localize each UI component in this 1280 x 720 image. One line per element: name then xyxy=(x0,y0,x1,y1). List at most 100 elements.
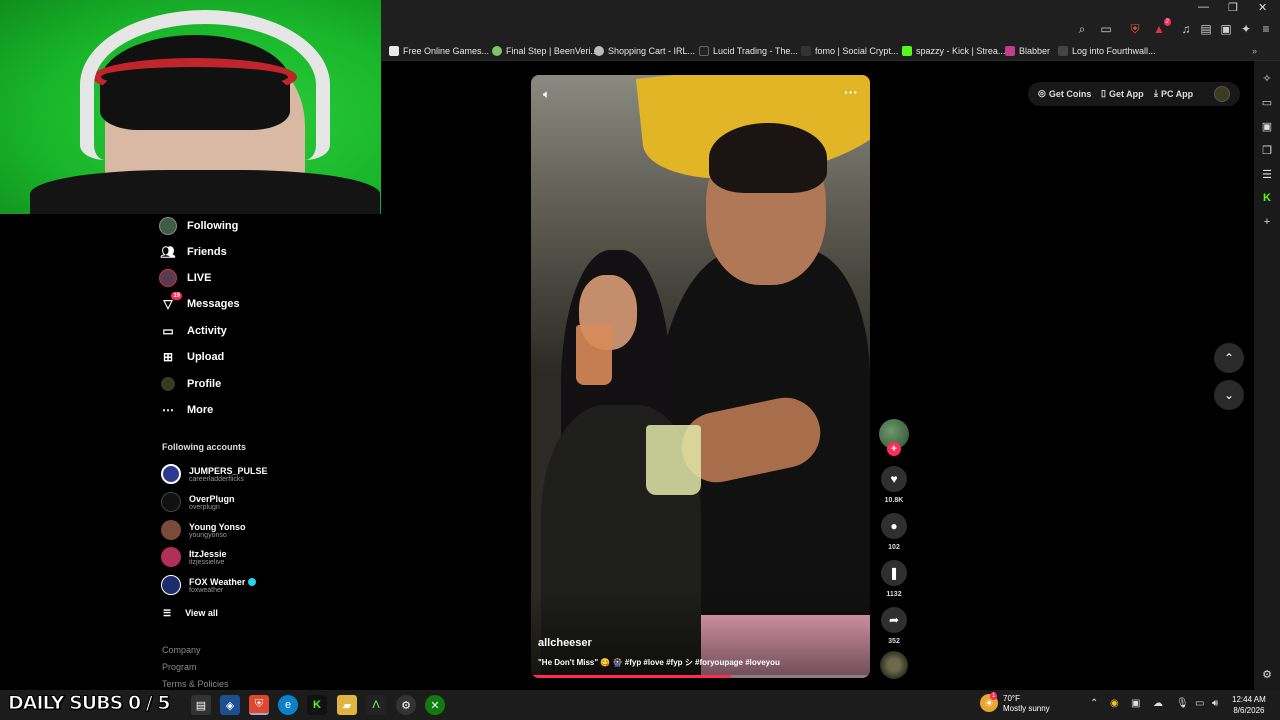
profile-icon xyxy=(159,375,177,393)
following-account[interactable]: ItzJessie itzjessielive xyxy=(161,545,227,569)
bookmark-item[interactable]: fomo | Social Crypt... xyxy=(801,44,898,58)
settings-icon[interactable]: ⚙ xyxy=(1260,667,1274,681)
bookmark-icon: ❚ xyxy=(888,566,900,580)
minimize-button[interactable]: — xyxy=(1198,1,1209,13)
volume-icon[interactable]: 🔊︎ xyxy=(1212,698,1218,709)
nav-messages[interactable]: ▽ 19 Messages xyxy=(159,292,240,315)
previous-video-button[interactable]: ⌃ xyxy=(1214,343,1244,373)
share-button[interactable]: ➦ xyxy=(881,607,907,633)
pc-app-button[interactable]: ⤓ PC App xyxy=(1154,88,1193,99)
following-account[interactable]: OverPlugn overplugn xyxy=(161,490,235,514)
network-icon[interactable]: ▭ xyxy=(1195,698,1204,709)
following-account[interactable]: Young Yonso youngyonso xyxy=(161,518,246,542)
brave-icon[interactable]: ⛨ xyxy=(249,695,269,715)
video-progress-fill xyxy=(531,675,731,678)
avatar xyxy=(161,575,181,595)
bookmark-item[interactable]: Lucid Trading - The... xyxy=(699,44,798,58)
volume-icon[interactable]: 🔈︎ xyxy=(543,87,550,102)
tiktok-sidebar: Following 👥︎ Friends LIVE ▽ 19 Messages ▭… xyxy=(147,214,381,690)
save-count: 1132 xyxy=(886,591,902,598)
leo-ai-icon[interactable]: ✧ xyxy=(1260,71,1274,85)
microphone-icon[interactable]: 🎙︎ xyxy=(1176,698,1189,709)
kick-icon[interactable]: K xyxy=(1260,191,1274,205)
app-icon[interactable]: ⚙ xyxy=(396,695,416,715)
footer-program[interactable]: Program xyxy=(162,662,197,672)
leo-icon[interactable]: ✦ xyxy=(1238,21,1254,37)
cast-icon[interactable]: ▭ xyxy=(1098,21,1114,37)
alert-icon[interactable]: ▲ 2 xyxy=(1151,18,1171,37)
restore-button[interactable]: ❐ xyxy=(1228,1,1238,14)
nav-friends[interactable]: 👥︎ Friends xyxy=(159,241,226,263)
comment-button[interactable]: ● xyxy=(881,513,907,539)
bookmarks-icon[interactable]: ❒ xyxy=(1260,143,1274,157)
terminal-icon[interactable]: Λ xyxy=(366,695,386,715)
video-player[interactable]: 🔈︎ ··· allcheeser "He Don't Miss" 😋 🎡 #f… xyxy=(531,75,870,678)
nav-more[interactable]: ⋯ More xyxy=(159,399,213,421)
bookmark-item[interactable]: Log into Fourthwall... xyxy=(1058,44,1156,58)
tray-overflow-icon[interactable]: ⌃ xyxy=(1090,698,1098,709)
video-cup xyxy=(576,325,612,385)
video-icon[interactable]: ▭ xyxy=(1260,95,1274,109)
next-video-button[interactable]: ⌄ xyxy=(1214,380,1244,410)
user-avatar[interactable] xyxy=(1214,86,1230,102)
get-coins-button[interactable]: ◎ Get Coins xyxy=(1038,88,1091,99)
video-progress-bar[interactable] xyxy=(531,675,870,678)
footer-company[interactable]: Company xyxy=(162,645,201,655)
system-clock[interactable]: 12:44 AM 8/6/2026 xyxy=(1232,694,1266,716)
get-app-button[interactable]: ▯ Get App xyxy=(1101,88,1144,99)
browser-toolbar: ⌕ ▭ ⛨ ▲ 2 ♫ ▤ ▣ ✦ ≡ xyxy=(381,17,1280,41)
xbox-icon[interactable]: ✕ xyxy=(425,695,445,715)
task-view-icon[interactable]: ▤ xyxy=(191,695,211,715)
edge-icon[interactable]: e xyxy=(278,695,298,715)
save-button[interactable]: ❚ xyxy=(881,560,907,586)
footer-terms[interactable]: Terms & Policies xyxy=(162,679,229,689)
menu-icon[interactable]: ≡ xyxy=(1258,21,1274,37)
kick-icon[interactable]: K xyxy=(307,695,327,715)
following-account[interactable]: FOX Weather foxweather xyxy=(161,573,257,597)
chevron-down-icon: ⌄ xyxy=(1223,388,1235,402)
nav-live[interactable]: LIVE xyxy=(159,267,211,289)
nav-profile[interactable]: Profile xyxy=(159,373,221,395)
nav-following[interactable]: Following xyxy=(159,215,238,237)
bookmark-item[interactable]: Shopping Cart - IRL... xyxy=(594,44,695,58)
phone-icon: ▯ xyxy=(1101,88,1106,98)
verified-icon xyxy=(248,577,257,586)
wallet-icon[interactable]: ▣ xyxy=(1260,119,1274,133)
sidebar-icon[interactable]: ▤ xyxy=(1198,21,1214,37)
video-author[interactable]: allcheeser xyxy=(538,637,592,649)
view-all-button[interactable]: ☰ View all xyxy=(163,602,218,624)
share-icon: ➦ xyxy=(888,613,900,627)
more-bookmarks-icon[interactable]: » xyxy=(1252,44,1257,58)
activity-icon: ▭ xyxy=(162,324,174,338)
follow-plus-icon[interactable]: + xyxy=(887,442,901,456)
bookmark-item[interactable]: Free Online Games... xyxy=(389,44,489,58)
subs-goal-overlay: DAILY SUBS 0 / 5 xyxy=(8,692,172,715)
like-button[interactable]: ♥ xyxy=(881,466,907,492)
music-icon[interactable]: ♫ xyxy=(1178,21,1194,37)
webcam-overlay xyxy=(0,0,381,214)
nav-upload[interactable]: ⊞ Upload xyxy=(159,346,224,368)
following-account[interactable]: JUMPERS_PULSE careerladderflicks xyxy=(161,462,268,486)
browser-side-panel: ✧ ▭ ▣ ❒ ☰ K + ⚙ xyxy=(1254,61,1280,690)
tray-app-icon[interactable]: ◉ xyxy=(1110,698,1119,709)
windows-taskbar: DAILY SUBS 0 / 5 ▤ ◈ ⛨ e K ▰ Λ ⚙ ✕ ☀ 1 7… xyxy=(0,690,1280,720)
music-disc-icon[interactable] xyxy=(880,651,908,679)
friends-icon: 👥︎ xyxy=(160,245,176,259)
bookmark-item[interactable]: Final Step | BeenVeri... xyxy=(492,44,598,58)
shield-icon[interactable]: ⛨ xyxy=(1127,21,1143,37)
comment-icon: ● xyxy=(890,519,898,533)
app-icon[interactable]: ◈ xyxy=(220,695,240,715)
reading-list-icon[interactable]: ☰ xyxy=(1260,167,1274,181)
bookmark-item[interactable]: spazzy - Kick | Strea... xyxy=(902,44,1005,58)
bookmark-item[interactable]: Blabber xyxy=(1005,44,1050,58)
close-button[interactable]: ✕ xyxy=(1258,1,1267,14)
search-icon[interactable]: ⌕ xyxy=(1074,21,1090,37)
more-options-icon[interactable]: ··· xyxy=(844,84,858,100)
add-panel-icon[interactable]: + xyxy=(1260,215,1274,229)
tray-app-icon[interactable]: ▣ xyxy=(1131,698,1140,709)
tray-cloud-icon[interactable]: ☁ xyxy=(1153,698,1163,709)
nav-activity[interactable]: ▭ Activity xyxy=(159,320,226,342)
file-explorer-icon[interactable]: ▰ xyxy=(337,695,357,715)
wallet-icon[interactable]: ▣ xyxy=(1218,21,1234,37)
weather-widget[interactable]: 70°F Mostly sunny xyxy=(1003,694,1050,714)
